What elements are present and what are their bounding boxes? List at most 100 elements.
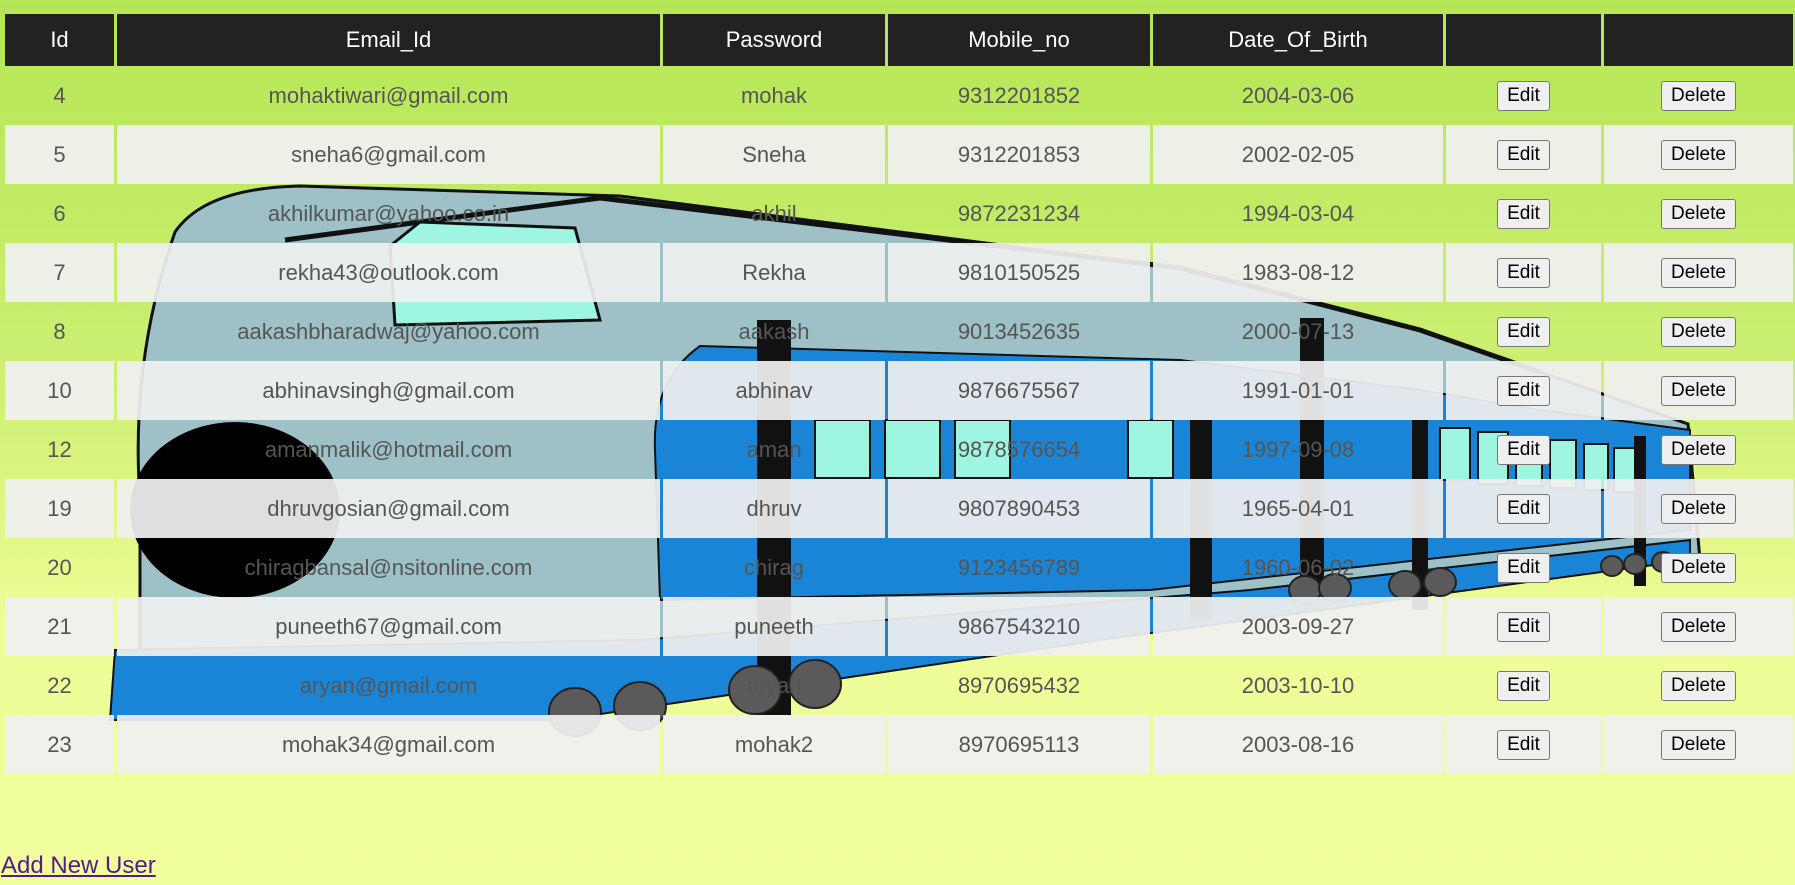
table-row: 21 puneeth67@gmail.com puneeth 9867543210 20… (5, 597, 1793, 656)
add-new-user-link[interactable]: Add New User (1, 852, 156, 880)
cell-email: abhinavsingh@gmail.com (117, 361, 660, 420)
table-header-row: Id Email_Id Password Mobile_no Date_Of_B… (5, 14, 1793, 66)
edit-button[interactable]: Edit (1497, 729, 1550, 760)
cell-dob: 1991-01-01 (1153, 361, 1443, 420)
cell-mobile: 9867543210 (888, 597, 1150, 656)
cell-password: chirag (744, 554, 804, 580)
cell-email: dhruvgosian@gmail.com (117, 479, 660, 538)
cell-email: aakashbharadwaj@yahoo.com (237, 318, 540, 344)
cell-password: akhil (751, 200, 797, 226)
header-dob: Date_Of_Birth (1153, 14, 1443, 66)
cell-edit: Edit (1446, 184, 1601, 243)
users-table: Id Email_Id Password Mobile_no Date_Of_B… (2, 14, 1795, 774)
cell-edit: Edit (1446, 479, 1601, 538)
edit-button[interactable]: Edit (1497, 139, 1550, 170)
cell-dob: 1994-03-04 (1241, 200, 1355, 226)
edit-button[interactable]: Edit (1497, 198, 1550, 229)
cell-id: 19 (5, 479, 114, 538)
cell-mobile: 9123456789 (957, 554, 1081, 580)
cell-password: mohak (740, 82, 808, 108)
cell-password: puneeth (663, 597, 885, 656)
cell-id: 22 (47, 672, 72, 698)
cell-dob: 1965-04-01 (1153, 479, 1443, 538)
cell-edit: Edit (1446, 302, 1601, 361)
cell-delete: Delete (1604, 420, 1793, 479)
table-row: 10 abhinavsingh@gmail.com abhinav 987667556… (5, 361, 1793, 420)
table-row: 22 aryan@gmail.com aryan 8970695432 2003-10-… (5, 656, 1793, 715)
cell-email: aryan@gmail.com (299, 672, 478, 698)
cell-delete: Delete (1604, 538, 1793, 597)
delete-button[interactable]: Delete (1661, 139, 1736, 170)
cell-email: amanmalik@hotmail.com (264, 436, 513, 462)
cell-id: 5 (5, 125, 114, 184)
cell-delete: Delete (1604, 715, 1793, 774)
cell-email: puneeth67@gmail.com (117, 597, 660, 656)
header-id: Id (5, 14, 114, 66)
edit-button[interactable]: Edit (1497, 257, 1550, 288)
header-email: Email_Id (117, 14, 660, 66)
cell-email: akhilkumar@yahoo.co.in (267, 200, 510, 226)
table-row: 7 rekha43@outlook.com Rekha 9810150525 1983-… (5, 243, 1793, 302)
edit-button[interactable]: Edit (1497, 552, 1550, 583)
cell-dob: 1983-08-12 (1153, 243, 1443, 302)
cell-dob: 1960-06-02 (1241, 554, 1355, 580)
cell-mobile: 9876675567 (888, 361, 1150, 420)
cell-edit: Edit (1446, 361, 1601, 420)
edit-button[interactable]: Edit (1497, 434, 1550, 465)
delete-button[interactable]: Delete (1661, 434, 1736, 465)
cell-delete: Delete (1604, 597, 1793, 656)
cell-dob: 2003-10-10 (1241, 672, 1355, 698)
edit-button[interactable]: Edit (1497, 611, 1550, 642)
cell-id: 21 (5, 597, 114, 656)
table-row: 6 akhilkumar@yahoo.co.in akhil 9872231234 19… (5, 184, 1793, 243)
cell-password: abhinav (663, 361, 885, 420)
cell-password: Rekha (663, 243, 885, 302)
cell-email: sneha6@gmail.com (117, 125, 660, 184)
table-row: 23 mohak34@gmail.com mohak2 8970695113 2003-… (5, 715, 1793, 774)
delete-button[interactable]: Delete (1661, 375, 1736, 406)
header-mobile: Mobile_no (888, 14, 1150, 66)
cell-email: chiragbansal@nsitonline.com (244, 554, 533, 580)
table-row: 8 aakashbharadwaj@yahoo.com aakash 90134526… (5, 302, 1793, 361)
edit-button[interactable]: Edit (1497, 316, 1550, 347)
delete-button[interactable]: Delete (1661, 670, 1736, 701)
header-edit (1446, 14, 1601, 66)
cell-edit: Edit (1446, 656, 1601, 715)
edit-button[interactable]: Edit (1497, 670, 1550, 701)
cell-edit: Edit (1446, 420, 1601, 479)
delete-button[interactable]: Delete (1661, 611, 1736, 642)
cell-id: 6 (53, 200, 66, 226)
cell-mobile: 9807890453 (888, 479, 1150, 538)
cell-delete: Delete (1604, 125, 1793, 184)
delete-button[interactable]: Delete (1661, 552, 1736, 583)
cell-password: mohak2 (663, 715, 885, 774)
cell-mobile: 9013452635 (957, 318, 1081, 344)
table-row: 19 dhruvgosian@gmail.com dhruv 9807890453 19… (5, 479, 1793, 538)
table-row: 4 mohaktiwari@gmail.com mohak 9312201852 200… (5, 66, 1793, 125)
delete-button[interactable]: Delete (1661, 493, 1736, 524)
cell-edit: Edit (1446, 66, 1601, 125)
delete-button[interactable]: Delete (1661, 729, 1736, 760)
cell-delete: Delete (1604, 656, 1793, 715)
edit-button[interactable]: Edit (1497, 375, 1550, 406)
cell-dob: 2004-03-06 (1241, 82, 1355, 108)
edit-button[interactable]: Edit (1497, 80, 1550, 111)
cell-edit: Edit (1446, 538, 1601, 597)
cell-dob: 2002-02-05 (1153, 125, 1443, 184)
table-row: 5 sneha6@gmail.com Sneha 9312201853 2002-02-… (5, 125, 1793, 184)
header-delete (1604, 14, 1793, 66)
cell-email: mohak34@gmail.com (117, 715, 660, 774)
table-row: 12 amanmalik@hotmail.com aman 9878576654 199… (5, 420, 1793, 479)
edit-button[interactable]: Edit (1497, 493, 1550, 524)
cell-mobile: 9810150525 (888, 243, 1150, 302)
delete-button[interactable]: Delete (1661, 80, 1736, 111)
delete-button[interactable]: Delete (1661, 198, 1736, 229)
cell-email: mohaktiwari@gmail.com (268, 82, 509, 108)
cell-password: aman (746, 436, 802, 462)
delete-button[interactable]: Delete (1661, 257, 1736, 288)
cell-edit: Edit (1446, 715, 1601, 774)
cell-dob: 2003-09-27 (1153, 597, 1443, 656)
cell-id: 8 (53, 318, 66, 344)
delete-button[interactable]: Delete (1661, 316, 1736, 347)
cell-id: 4 (53, 82, 66, 108)
